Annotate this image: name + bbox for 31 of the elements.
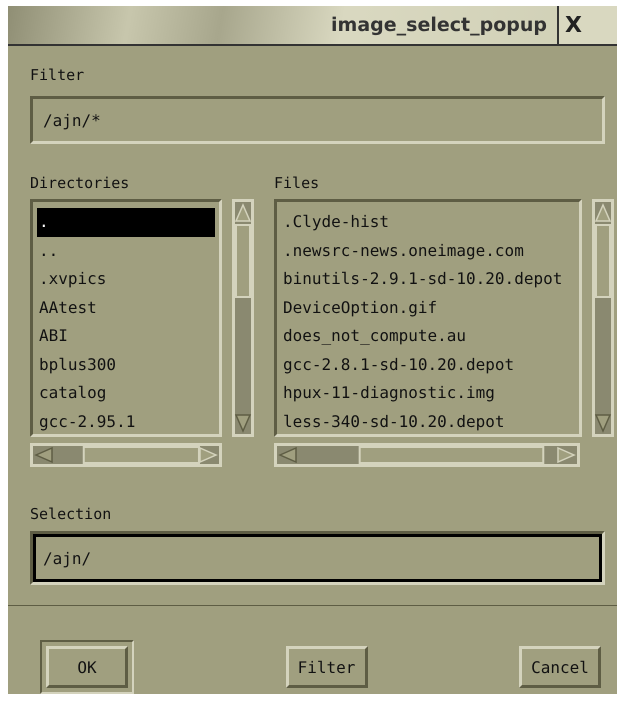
- dialog-button[interactable]: Filter: [286, 646, 368, 688]
- list-item[interactable]: ABI: [37, 322, 215, 350]
- list-item[interactable]: less-340-sd-10.20.depot: [281, 408, 575, 436]
- window-title: image_select_popup: [331, 14, 548, 36]
- list-label: Directories: [30, 174, 130, 194]
- vertical-scrollbar[interactable]: [232, 199, 254, 437]
- list-item[interactable]: binutils-2.9.1-sd-10.20.depot: [281, 265, 575, 294]
- list-item[interactable]: catalog: [37, 379, 215, 408]
- field-label: Selection: [30, 505, 112, 525]
- dialog-button[interactable]: OK: [40, 640, 134, 694]
- list-item[interactable]: .xvpics: [37, 265, 215, 294]
- close-button[interactable]: X: [557, 6, 617, 44]
- horizontal-scrollbar[interactable]: [30, 443, 222, 467]
- list-item[interactable]: .Clyde-hist: [281, 208, 575, 236]
- list-item[interactable]: .: [37, 208, 215, 236]
- list-item[interactable]: hpux-11-diagnostic.img: [281, 379, 575, 408]
- list-item[interactable]: .newsrc-news.oneimage.com: [281, 236, 575, 265]
- horizontal-scrollbar[interactable]: [274, 443, 580, 467]
- vertical-scrollbar[interactable]: [592, 199, 614, 437]
- filter-field[interactable]: /ajn/*: [30, 96, 605, 144]
- list-item[interactable]: bplus300: [37, 350, 215, 379]
- list-item[interactable]: ..: [37, 236, 215, 265]
- selection-field[interactable]: /ajn/: [30, 531, 605, 585]
- field-label: Filter: [30, 66, 86, 86]
- list-item[interactable]: DeviceOption.gif: [281, 294, 575, 322]
- list-item[interactable]: gcc-2.95.1: [37, 408, 215, 436]
- list-label: Files: [274, 174, 320, 194]
- list-item[interactable]: does_not_compute.au: [281, 322, 575, 350]
- list-item[interactable]: AAtest: [37, 294, 215, 322]
- dialog-button[interactable]: Cancel: [519, 646, 601, 688]
- list-item[interactable]: gcc-2.8.1-sd-10.20.depot: [281, 350, 575, 379]
